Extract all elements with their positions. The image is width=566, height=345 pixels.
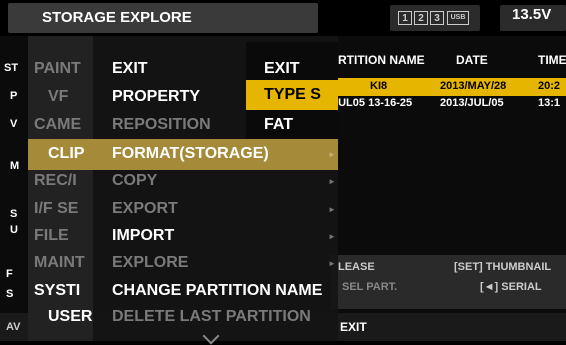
menu-item-export[interactable]: EXPORT [112, 200, 178, 218]
slot-2-indicator: 2 [414, 11, 428, 25]
info-panel: LEASE [SET] THUMBNAIL SEL PART. [◄] SERI… [330, 255, 566, 309]
category-vf[interactable]: VF [48, 88, 68, 106]
row-time: 20:2 [538, 80, 561, 92]
menu-item-explore[interactable]: EXPLORE [112, 254, 188, 272]
bg-label: U [10, 224, 18, 236]
menu-item-property[interactable]: PROPERTY [112, 88, 200, 106]
sel-part-hint: SEL PART. [342, 281, 398, 293]
submenu-arrow-icon: ► [328, 259, 336, 268]
col-date: DATE [456, 53, 488, 67]
category-clip[interactable]: CLIP [48, 145, 84, 163]
menu-item-import[interactable]: IMPORT [112, 227, 174, 245]
serial-hint: [◄] SERIAL [480, 281, 542, 293]
menu-item-reposition[interactable]: REPOSITION [112, 116, 211, 134]
bg-label: S [6, 288, 14, 300]
bg-label: ST [4, 62, 19, 74]
category-rec[interactable]: REC/I [34, 172, 77, 190]
release-label: LEASE [338, 261, 375, 273]
bg-label: F [6, 268, 13, 280]
category-file[interactable]: FILE [34, 227, 69, 245]
usb-indicator: USB [447, 11, 469, 25]
screen-title: STORAGE EXPLORE [8, 3, 318, 33]
col-partition-name: RTITION NAME [338, 53, 425, 67]
row-name: JUL05 13-16-25 [332, 97, 413, 109]
battery-voltage: 13.5V [512, 6, 552, 23]
row-date: 2013/MAY/28 [440, 80, 507, 92]
category-user[interactable]: USER [48, 308, 92, 326]
submenu-item-type-s[interactable]: TYPE S [264, 86, 321, 104]
submenu-arrow-icon: ► [328, 205, 336, 214]
thumbnail-hint: [SET] THUMBNAIL [454, 261, 552, 273]
row-name: KI8 [370, 80, 388, 92]
row-time: 13:1 [538, 97, 561, 109]
bg-label: S [10, 208, 18, 220]
category-system[interactable]: SYSTI [34, 282, 80, 300]
category-if-setup[interactable]: I/F SE [34, 200, 78, 218]
menu-item-exit[interactable]: EXIT [112, 60, 148, 78]
category-camera[interactable]: CAME [34, 116, 81, 134]
category-maint[interactable]: MAINT [34, 254, 85, 272]
menu-item-delete-last-partition[interactable]: DELETE LAST PARTITION [112, 308, 311, 326]
table-row[interactable]: JUL05 13-16-25 2013/JUL/05 13:1 [330, 96, 566, 112]
table-header: RTITION NAME DATE TIME [330, 50, 566, 70]
category-paint[interactable]: PAINT [34, 60, 81, 78]
submenu-arrow-icon: ► [328, 150, 336, 159]
row-date: 2013/JUL/05 [440, 97, 504, 109]
submenu-item-fat[interactable]: FAT [264, 116, 293, 134]
menu-item-format-storage[interactable]: FORMAT(STORAGE) [112, 145, 269, 163]
slot-3-indicator: 3 [430, 11, 444, 25]
slot-1-indicator: 1 [398, 11, 412, 25]
menu-item-copy[interactable]: COPY [112, 172, 157, 190]
bg-label: V [10, 118, 18, 130]
col-time: TIME [538, 53, 566, 67]
bg-label: P [10, 90, 18, 102]
table-row[interactable]: KI8 2013/MAY/28 20:2 [330, 78, 566, 96]
submenu-item-exit[interactable]: EXIT [264, 60, 300, 78]
menu-item-change-partition-name[interactable]: CHANGE PARTITION NAME [112, 282, 322, 300]
bg-label: AV [6, 321, 21, 333]
exit-hint: EXIT [340, 320, 367, 334]
bg-label: M [10, 160, 20, 172]
submenu-arrow-icon: ► [328, 177, 336, 186]
submenu-arrow-icon: ► [328, 232, 336, 241]
